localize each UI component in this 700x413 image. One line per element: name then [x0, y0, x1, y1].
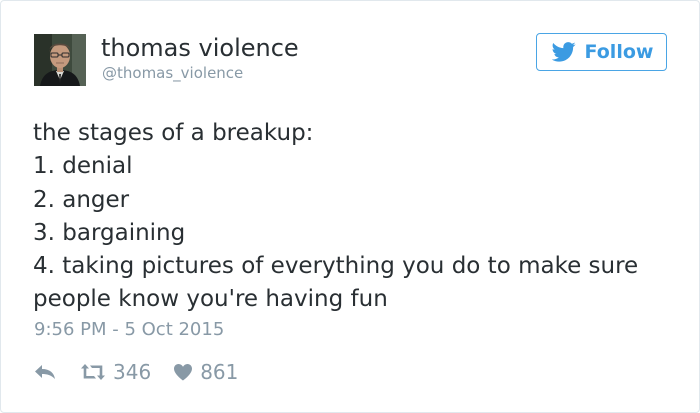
- retweet-icon: [80, 363, 106, 381]
- tweet-text-line: the stages of a breakup:: [33, 120, 314, 146]
- heart-icon: [173, 363, 193, 381]
- follow-button[interactable]: Follow: [536, 33, 667, 71]
- tweet-card: thomas violence @thomas_violence Follow …: [0, 0, 700, 413]
- tweet-actions: 346 861: [34, 357, 238, 387]
- avatar-portrait-image: [34, 34, 86, 86]
- reply-arrow-icon: [34, 364, 56, 380]
- tweet-text-line: 2. anger: [33, 186, 130, 213]
- twitter-bird-icon: [551, 42, 576, 62]
- like-count: 861: [200, 360, 239, 384]
- reply-button[interactable]: [34, 364, 56, 380]
- tweet-timestamp[interactable]: 9:56 PM - 5 Oct 2015: [34, 319, 224, 341]
- tweet-text: the stages of a breakup: 1. denial 2. an…: [33, 117, 683, 317]
- user-display-name[interactable]: thomas violence: [101, 34, 299, 62]
- tweet-text-line: people know you're having fun: [33, 286, 388, 313]
- retweet-button[interactable]: 346: [80, 357, 151, 387]
- avatar[interactable]: [34, 34, 86, 86]
- tweet-text-line: 1. denial: [33, 153, 133, 180]
- user-handle[interactable]: @thomas_violence: [102, 63, 243, 83]
- like-button[interactable]: 861: [173, 357, 238, 387]
- follow-button-label: Follow: [584, 41, 654, 63]
- retweet-count: 346: [113, 360, 152, 384]
- tweet-text-line: 3. bargaining: [33, 219, 186, 246]
- tweet-text-line: 4. taking pictures of everything you do …: [33, 253, 639, 280]
